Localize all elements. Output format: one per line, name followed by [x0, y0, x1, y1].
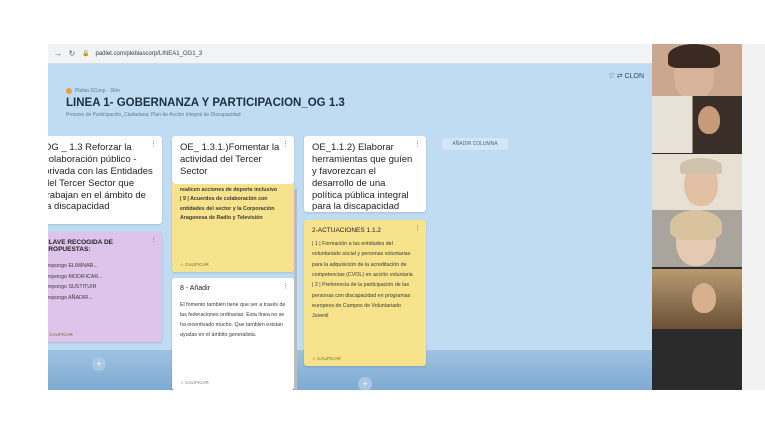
post-body: El fomento también tiene que ser a travé… [180, 302, 286, 339]
post-paragraph: | 1 | Formación a las entidades del volu… [312, 241, 413, 278]
post-line: Propongo SUSTITUIR [48, 284, 97, 291]
add-post-button[interactable]: + [92, 357, 106, 371]
column-header-oe131[interactable]: ⋮ OE_ 1.3.1.)Fomentar la actividad del T… [172, 136, 294, 184]
browser-address-bar[interactable]: → ↻ 🔒 padlet.com/plebiascorp/LINEA1_OG1_… [48, 44, 652, 64]
rate-button[interactable]: ☆ CALIFICAR [48, 332, 73, 338]
column-header-og13[interactable]: ⋮ OG _ 1.3 Reforzar la colaboración públ… [48, 136, 162, 224]
column-title: OE_ 1.3.1.)Fomentar la actividad del Ter… [180, 142, 280, 177]
reload-icon[interactable]: ↻ [68, 49, 76, 58]
video-participant-4 [652, 210, 742, 267]
author-text: Plebia SCoop · 30m [75, 88, 120, 94]
url-text[interactable]: padlet.com/plebiascorp/LINEA1_OG1_3 [95, 51, 202, 57]
lock-icon: 🔒 [82, 51, 90, 57]
post-body: Propongo ELIMINAR... Propongo MODIFICAR.… [48, 256, 162, 308]
more-options-icon[interactable]: ⋮ [150, 140, 157, 148]
video-call-strip [652, 44, 742, 390]
post-line: Propongo MODIFICAR... [48, 273, 103, 280]
more-options-icon[interactable]: ⋮ [414, 224, 421, 232]
video-participant-3 [652, 154, 742, 211]
rate-label: CALIFICAR [185, 262, 209, 267]
screenshot-frame: → ↻ 🔒 padlet.com/plebiascorp/LINEA1_OG1_… [0, 0, 765, 425]
more-options-icon[interactable]: ⋮ [414, 140, 421, 148]
post-title: 2-ACTUACIONES 1.1.2 [312, 227, 381, 234]
board-header-actions[interactable]: ♡ ⇄ CLON [609, 72, 644, 80]
post-line: Propongo AÑADIR... [48, 294, 93, 301]
column-title: OE_1.1.2) Elaborar herramientas que guíe… [312, 142, 413, 212]
right-margin [742, 44, 765, 390]
board-subtitle: Proceso de Participación_Ciudadana: Plan… [66, 112, 241, 118]
post-line: realicen acciones de deporte inclusivo [180, 187, 278, 193]
rate-label: CALIFICAR [185, 380, 209, 385]
post-title: CLAVE RECOGIDA DE PROPUESTAS: [48, 239, 113, 253]
post-card-anadir[interactable]: ⋮ 8 - Añadir El fomento también tiene qu… [172, 278, 294, 390]
rate-button[interactable]: ☆ CALIFICAR [180, 380, 209, 386]
more-options-icon[interactable]: ⋮ [282, 140, 289, 148]
post-card-actuaciones[interactable]: ⋮ 2-ACTUACIONES 1.1.2 | 1 | Formación a … [304, 220, 426, 366]
participant-face [698, 106, 720, 134]
column-scrollbar[interactable] [294, 189, 297, 390]
video-participant-1 [652, 44, 742, 101]
more-options-icon[interactable]: ⋮ [150, 236, 157, 244]
post-line: | 9 | Acuerdos de colaboración con entid… [180, 196, 275, 221]
post-card-acuerdos[interactable]: realicen acciones de deporte inclusivo |… [172, 184, 294, 272]
heart-and-clone-icons[interactable]: ♡ ⇄ CLON [609, 72, 644, 80]
participant-hair [670, 210, 722, 240]
column-title: OG _ 1.3 Reforzar la colaboración públic… [48, 142, 153, 213]
post-card-clave[interactable]: ⋮ CLAVE RECOGIDA DE PROPUESTAS: Propongo… [48, 232, 162, 342]
rate-button[interactable]: ☆ CALIFICAR [180, 262, 209, 268]
more-options-icon[interactable]: ⋮ [282, 282, 289, 290]
post-title: 8 - Añadir [180, 285, 210, 292]
board-title: LINEA 1- GOBERNANZA Y PARTICIPACION_OG 1… [66, 97, 345, 109]
participant-scene [652, 96, 742, 153]
rate-label: CALIFICAR [49, 332, 73, 337]
board-author: Plebia SCoop · 30m [66, 88, 120, 94]
post-paragraph: | 2 | Preferencia de la participación de… [312, 282, 411, 320]
forward-arrow-icon[interactable]: → [54, 49, 62, 58]
post-body: realicen acciones de deporte inclusivo |… [172, 184, 294, 228]
rate-label: CALIFICAR [317, 356, 341, 361]
add-column-button[interactable]: AÑADIR COLUMNA [442, 138, 508, 150]
video-participant-5 [652, 269, 742, 329]
rate-button[interactable]: ☆ CALIFICAR [312, 356, 341, 362]
add-post-button[interactable]: + [358, 377, 372, 390]
top-margin [0, 0, 765, 44]
padlet-board: ♡ ⇄ CLON Plebia SCoop · 30m LINEA 1- GOB… [48, 64, 652, 390]
participant-face [692, 283, 716, 313]
scrollbar-thumb[interactable] [294, 189, 297, 390]
column-header-oe112[interactable]: ⋮ OE_1.1.2) Elaborar herramientas que gu… [304, 136, 426, 212]
author-avatar [66, 88, 72, 94]
participant-hair [680, 158, 722, 174]
post-line: Propongo ELIMINAR... [48, 263, 98, 269]
post-body: | 1 | Formación a las entidades del volu… [304, 237, 426, 327]
video-participant-2 [652, 96, 742, 153]
participant-hair [668, 44, 720, 68]
